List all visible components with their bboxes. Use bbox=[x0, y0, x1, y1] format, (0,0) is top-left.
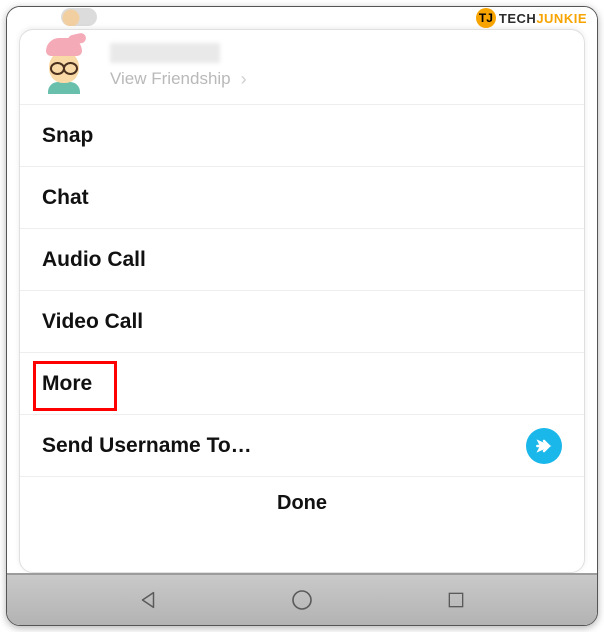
menu-item-send-username[interactable]: Send Username To… bbox=[20, 414, 584, 476]
menu-label: Chat bbox=[42, 186, 89, 210]
friend-name-redacted bbox=[110, 43, 220, 63]
android-nav-bar bbox=[7, 573, 597, 625]
send-arrow-icon bbox=[534, 436, 554, 456]
circle-home-icon bbox=[290, 588, 314, 612]
profile-header[interactable]: View Friendship › bbox=[20, 30, 584, 104]
nav-recent-button[interactable] bbox=[443, 587, 469, 613]
done-label: Done bbox=[277, 492, 327, 515]
profile-text: View Friendship › bbox=[110, 43, 566, 90]
action-menu: Snap Chat Audio Call Video Call More Sen… bbox=[20, 104, 584, 476]
view-friendship-link[interactable]: View Friendship › bbox=[110, 69, 566, 90]
action-sheet: View Friendship › Snap Chat Audio Call V… bbox=[19, 29, 585, 573]
nav-home-button[interactable] bbox=[289, 587, 315, 613]
menu-item-more[interactable]: More bbox=[20, 352, 584, 414]
watermark: TJ TECHJUNKIE bbox=[476, 7, 587, 29]
device-frame: TJ TECHJUNKIE View Friendship › Sn bbox=[6, 6, 598, 626]
menu-label: More bbox=[42, 372, 92, 396]
menu-item-snap[interactable]: Snap bbox=[20, 104, 584, 166]
send-icon[interactable] bbox=[526, 428, 562, 464]
menu-label: Snap bbox=[42, 124, 93, 148]
nav-back-button[interactable] bbox=[135, 587, 161, 613]
square-recent-icon bbox=[446, 590, 466, 610]
watermark-text: TECHJUNKIE bbox=[499, 11, 587, 26]
menu-label: Audio Call bbox=[42, 248, 146, 272]
chevron-right-icon: › bbox=[241, 69, 247, 90]
menu-item-chat[interactable]: Chat bbox=[20, 166, 584, 228]
watermark-badge: TJ bbox=[476, 8, 496, 28]
menu-item-audio-call[interactable]: Audio Call bbox=[20, 228, 584, 290]
menu-label: Send Username To… bbox=[42, 434, 252, 458]
menu-item-video-call[interactable]: Video Call bbox=[20, 290, 584, 352]
triangle-back-icon bbox=[137, 589, 159, 611]
bitmoji-avatar bbox=[38, 40, 90, 92]
background-avatar-peek bbox=[61, 8, 97, 26]
view-friendship-label: View Friendship bbox=[110, 69, 231, 89]
menu-label: Video Call bbox=[42, 310, 143, 334]
done-button[interactable]: Done bbox=[20, 476, 584, 530]
